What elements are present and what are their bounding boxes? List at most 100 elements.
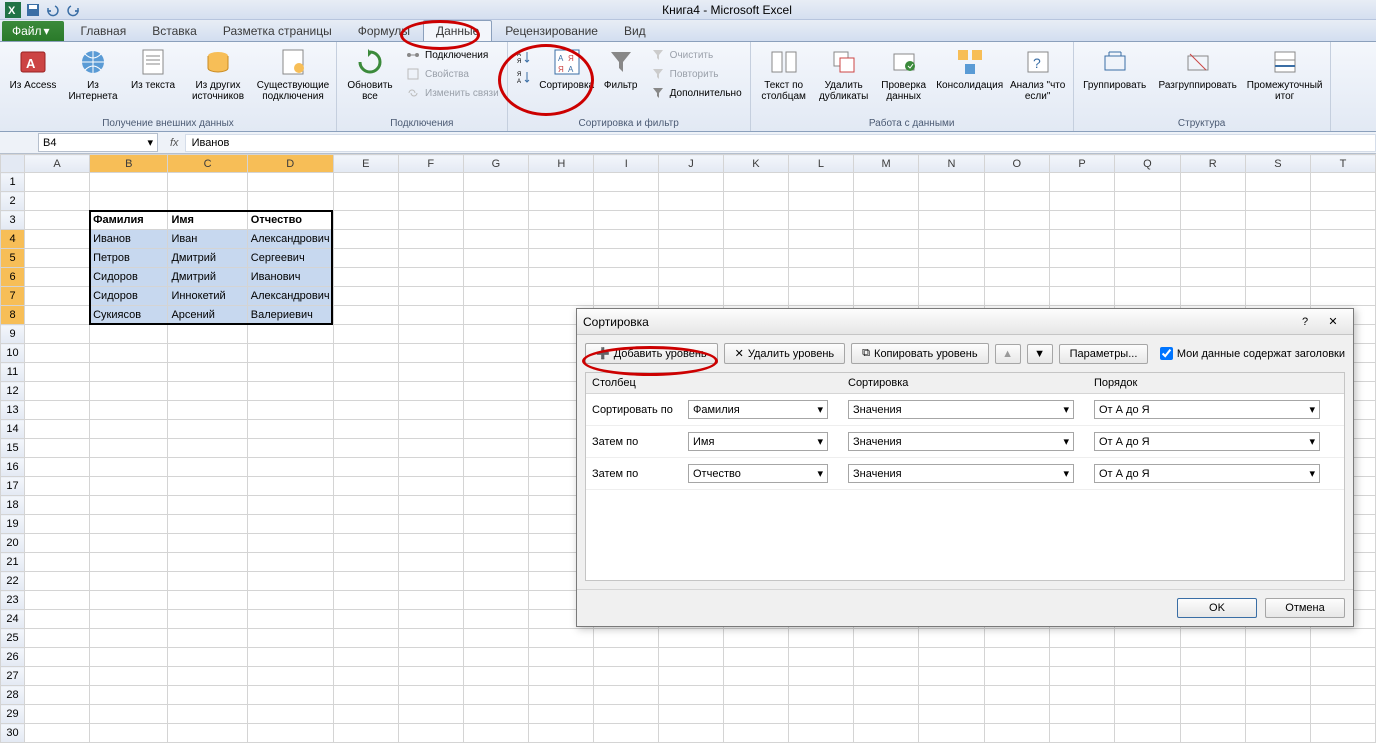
cell-G24[interactable] [463, 610, 528, 629]
cell-I7[interactable] [594, 287, 659, 306]
cell-E9[interactable] [333, 325, 398, 344]
cell-B9[interactable] [90, 325, 168, 344]
cell-M2[interactable] [853, 192, 919, 211]
cell-N6[interactable] [919, 268, 984, 287]
cell-C29[interactable] [168, 705, 247, 724]
cell-F16[interactable] [398, 458, 463, 477]
cell-S26[interactable] [1245, 648, 1310, 667]
cell-L5[interactable] [789, 249, 854, 268]
cell-G2[interactable] [463, 192, 528, 211]
column-header-A[interactable]: A [25, 155, 90, 173]
cell-B12[interactable] [90, 382, 168, 401]
cell-B24[interactable] [90, 610, 168, 629]
cell-E10[interactable] [333, 344, 398, 363]
cell-S25[interactable] [1245, 629, 1310, 648]
cell-S29[interactable] [1245, 705, 1310, 724]
cell-E17[interactable] [333, 477, 398, 496]
cell-B25[interactable] [90, 629, 168, 648]
cell-B8[interactable]: Сукиясов [90, 306, 168, 325]
cell-M29[interactable] [853, 705, 919, 724]
cell-D5[interactable]: Сергеевич [247, 249, 333, 268]
cell-H26[interactable] [529, 648, 594, 667]
group-button[interactable]: Группировать [1078, 44, 1152, 93]
order-combo[interactable]: От А до Я▾ [1094, 432, 1320, 451]
cell-R27[interactable] [1180, 667, 1245, 686]
cell-L26[interactable] [789, 648, 854, 667]
subtotal-button[interactable]: Промежуточный итог [1244, 44, 1326, 104]
row-header-15[interactable]: 15 [1, 439, 25, 458]
cell-K2[interactable] [723, 192, 788, 211]
cell-J27[interactable] [659, 667, 724, 686]
cell-D23[interactable] [247, 591, 333, 610]
tab-home[interactable]: Главная [68, 20, 140, 41]
cell-C26[interactable] [168, 648, 247, 667]
cell-D15[interactable] [247, 439, 333, 458]
cell-N1[interactable] [919, 173, 984, 192]
cell-D2[interactable] [247, 192, 333, 211]
cell-B26[interactable] [90, 648, 168, 667]
cell-G17[interactable] [463, 477, 528, 496]
cell-D19[interactable] [247, 515, 333, 534]
cell-N2[interactable] [919, 192, 984, 211]
row-header-19[interactable]: 19 [1, 515, 25, 534]
cell-T3[interactable] [1310, 211, 1375, 230]
cell-A5[interactable] [25, 249, 90, 268]
cell-A18[interactable] [25, 496, 90, 515]
cell-J1[interactable] [659, 173, 724, 192]
cell-A15[interactable] [25, 439, 90, 458]
row-header-4[interactable]: 4 [1, 230, 25, 249]
row-header-18[interactable]: 18 [1, 496, 25, 515]
cell-T28[interactable] [1310, 686, 1375, 705]
order-combo[interactable]: От А до Я▾ [1094, 464, 1320, 483]
cell-E19[interactable] [333, 515, 398, 534]
cell-T2[interactable] [1310, 192, 1375, 211]
cell-R6[interactable] [1180, 268, 1245, 287]
column-header-B[interactable]: B [90, 155, 168, 173]
cell-Q28[interactable] [1115, 686, 1180, 705]
cell-B27[interactable] [90, 667, 168, 686]
cell-C3[interactable]: Имя [168, 211, 247, 230]
cell-C8[interactable]: Арсений [168, 306, 247, 325]
sort-on-combo[interactable]: Значения▾ [848, 400, 1074, 419]
cell-T29[interactable] [1310, 705, 1375, 724]
cell-K6[interactable] [723, 268, 788, 287]
cell-B29[interactable] [90, 705, 168, 724]
cell-G21[interactable] [463, 553, 528, 572]
existing-connections-button[interactable]: Существующие подключения [254, 44, 332, 104]
column-header-M[interactable]: M [853, 155, 919, 173]
cell-L1[interactable] [789, 173, 854, 192]
cell-E16[interactable] [333, 458, 398, 477]
cell-J5[interactable] [659, 249, 724, 268]
cell-C22[interactable] [168, 572, 247, 591]
cell-F2[interactable] [398, 192, 463, 211]
cell-G23[interactable] [463, 591, 528, 610]
cell-O28[interactable] [984, 686, 1049, 705]
column-header-F[interactable]: F [398, 155, 463, 173]
column-header-Q[interactable]: Q [1115, 155, 1180, 173]
cell-L30[interactable] [789, 724, 854, 743]
cell-I30[interactable] [594, 724, 659, 743]
row-header-28[interactable]: 28 [1, 686, 25, 705]
cell-M6[interactable] [853, 268, 919, 287]
name-box[interactable]: B4▾ [38, 133, 158, 152]
cell-C21[interactable] [168, 553, 247, 572]
checkbox-input[interactable] [1160, 347, 1173, 360]
cell-M27[interactable] [853, 667, 919, 686]
help-button[interactable]: ? [1291, 313, 1319, 331]
cell-T5[interactable] [1310, 249, 1375, 268]
cell-D6[interactable]: Иванович [247, 268, 333, 287]
consolidate-button[interactable]: Консолидация [935, 44, 1005, 93]
ungroup-button[interactable]: Разгруппировать [1154, 44, 1242, 93]
cell-D22[interactable] [247, 572, 333, 591]
cell-F4[interactable] [398, 230, 463, 249]
cell-G4[interactable] [463, 230, 528, 249]
cell-A4[interactable] [25, 230, 90, 249]
cell-D25[interactable] [247, 629, 333, 648]
cell-S4[interactable] [1245, 230, 1310, 249]
column-combo[interactable]: Имя▾ [688, 432, 828, 451]
cell-R5[interactable] [1180, 249, 1245, 268]
cell-D27[interactable] [247, 667, 333, 686]
cell-S27[interactable] [1245, 667, 1310, 686]
cell-C6[interactable]: Дмитрий [168, 268, 247, 287]
cell-H27[interactable] [529, 667, 594, 686]
